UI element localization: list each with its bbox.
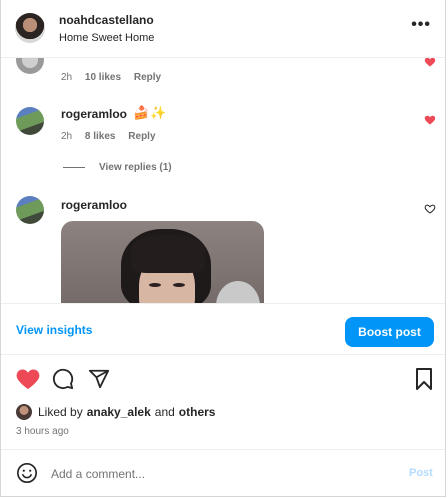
comment-time: 2h [61, 72, 73, 83]
comment-box: Post [1, 449, 445, 496]
comment-meta: 2h 10 likes Reply [61, 72, 161, 83]
avatar[interactable] [16, 107, 44, 135]
avatar[interactable] [16, 58, 44, 74]
photo-bangs [131, 235, 205, 273]
photo-eye [173, 283, 185, 287]
more-horizontal-icon[interactable]: ••• [411, 17, 431, 33]
view-replies-button[interactable]: View replies (1) [63, 162, 172, 173]
avatar[interactable] [16, 196, 44, 224]
liked-by-and: and [154, 405, 175, 419]
sparkle-bee-emoji: ✨ [150, 105, 167, 120]
insights-bar: View insights Boost post [1, 303, 445, 355]
comment-likes[interactable]: 10 likes [85, 72, 121, 83]
avatar[interactable] [15, 13, 45, 43]
comment-meta: 2h 8 likes Reply [61, 131, 156, 142]
heart-outline-icon[interactable] [424, 203, 436, 215]
post-panel: 2h 10 likes Reply rogeramloo 🍰 ✨ 2h 8 li… [0, 0, 446, 497]
likes-summary[interactable]: Liked by anaky_alek and others [16, 404, 219, 420]
view-replies-label: View replies (1) [99, 162, 172, 173]
photo-eye [149, 283, 161, 287]
smiley-icon[interactable] [16, 462, 38, 484]
heart-filled-icon[interactable] [424, 58, 436, 68]
comment-icon[interactable] [52, 368, 74, 390]
liked-by-others[interactable]: others [179, 405, 216, 419]
post-button[interactable]: Post [409, 467, 433, 479]
comments-list[interactable]: 2h 10 likes Reply rogeramloo 🍰 ✨ 2h 8 li… [1, 58, 445, 303]
post-header: noahdcastellano Home Sweet Home ••• [1, 0, 445, 58]
reply-button[interactable]: Reply [134, 72, 161, 83]
comment-photo[interactable] [61, 221, 264, 303]
heart-filled-icon[interactable] [16, 368, 40, 390]
comment-username[interactable]: rogeramloo [61, 107, 127, 121]
avatar [16, 404, 32, 420]
header-location[interactable]: Home Sweet Home [59, 32, 154, 44]
heart-filled-icon[interactable] [424, 114, 436, 126]
divider-line [63, 167, 85, 168]
view-insights-link[interactable]: View insights [16, 323, 92, 337]
comment-time: 2h [61, 131, 73, 142]
comment-input[interactable] [51, 465, 381, 483]
photo-background-object [216, 281, 260, 303]
cake-emoji: 🍰 [133, 105, 150, 120]
share-icon[interactable] [88, 368, 110, 390]
comment-username[interactable]: rogeramloo [61, 198, 127, 212]
liked-by-prefix: Liked by [38, 405, 83, 419]
reply-button[interactable]: Reply [128, 131, 155, 142]
liked-by-user[interactable]: anaky_alek [87, 405, 151, 419]
bookmark-icon[interactable] [414, 368, 434, 390]
boost-post-button[interactable]: Boost post [345, 317, 434, 347]
comment-likes[interactable]: 8 likes [85, 131, 116, 142]
header-username[interactable]: noahdcastellano [59, 13, 154, 27]
post-timestamp[interactable]: 3 hours ago [16, 426, 69, 437]
